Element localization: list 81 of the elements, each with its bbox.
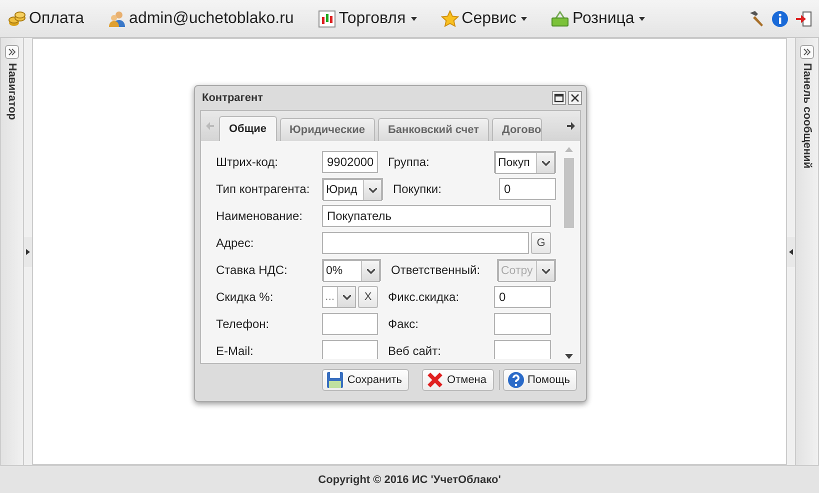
chart-icon [318,10,336,28]
basket-icon [551,10,570,28]
field-label: Штрих-код: [216,155,279,169]
field-button[interactable]: X [358,286,378,308]
cross-icon [426,371,444,389]
menu-item[interactable]: Сервис [440,10,528,28]
caret-icon [410,16,417,20]
coins-icon [8,10,26,28]
arrow-left-icon [205,121,215,131]
panel-title: Панель сообщений [801,63,813,169]
field-label: Телефон: [216,317,270,331]
chevron-down-icon [542,268,550,274]
menu-label: Торговля [338,10,406,28]
field-label: Покупки: [393,182,442,196]
field-label: Веб сайт: [388,344,442,358]
info-icon[interactable] [771,10,789,28]
menu-item[interactable]: Оплата [8,10,84,28]
dialog-button[interactable]: Отмена [422,369,494,391]
field-label: E-Mail: [216,344,254,358]
field-label: Скидка %: [216,290,274,304]
tab[interactable]: Общие [219,116,277,141]
combo-box[interactable]: ... [322,286,356,308]
caret-icon [639,16,646,20]
triangle-icon [26,248,30,254]
dialog-title: Контрагент [202,92,264,104]
field-label: Группа: [388,155,430,169]
star-icon [440,10,459,28]
maximize-button[interactable] [552,91,566,105]
input-field[interactable]: Покупатель [322,205,551,227]
tab[interactable]: Догово [492,118,542,141]
menu-label: Розница [572,10,634,28]
input-field[interactable] [322,232,529,254]
double-chevron-icon [803,48,811,56]
copyright-text: Copyright © 2016 ИС 'УчетОблако' [318,474,501,486]
scroll-thumb[interactable] [564,158,574,228]
chevron-down-icon [368,188,376,192]
expand-button[interactable] [5,45,19,59]
combo-box[interactable]: Юрид [323,179,382,201]
menu-label: Сервис [462,10,516,28]
input-field[interactable]: 9902000 [322,151,378,173]
tab[interactable]: Банковский счет [378,118,489,141]
menu-label: Оплата [29,10,84,28]
dialog-button[interactable]: Помощь [502,369,577,391]
users-icon [108,10,126,28]
triangle-icon [789,248,793,254]
field-label: Фикс.скидка: [388,290,460,304]
input-field[interactable] [494,313,551,335]
input-field[interactable] [322,340,378,359]
collapse-handle[interactable] [24,236,32,266]
expand-button[interactable] [800,45,814,59]
input-field[interactable]: 0 [494,286,551,308]
tab[interactable]: Юридические [280,118,375,141]
field-label: Тип контрагента: [216,182,311,196]
menu-item[interactable]: Розница [551,10,646,28]
chevron-down-icon [542,160,550,166]
help-icon [506,371,524,389]
panel-title: Навигатор [6,63,18,120]
field-button[interactable]: G [531,232,551,254]
collapse-handle[interactable] [787,236,795,266]
maximize-icon [554,93,564,103]
field-label: Ответственный: [391,263,482,277]
dialog-button[interactable]: Сохранить [322,369,410,391]
combo-box[interactable]: 0% [323,260,380,282]
close-button[interactable] [568,91,582,105]
field-label: Факс: [388,317,420,331]
field-label: Ставка НДС: [216,263,288,277]
exit-icon[interactable] [795,10,813,28]
caret-icon [521,16,528,20]
chevron-down-icon [342,294,350,300]
chevron-down-icon [366,268,374,274]
input-field[interactable] [322,313,378,335]
menu-item[interactable]: Торговля [318,10,417,28]
input-field[interactable] [494,340,551,359]
input-field[interactable]: 0 [499,178,556,200]
close-icon [570,93,580,103]
combo-box[interactable]: Покуп [495,152,555,174]
field-label: Наименование: [216,209,304,223]
double-chevron-icon [8,48,16,56]
scroll-down-icon[interactable] [565,354,573,359]
field-label: Адрес: [216,236,255,250]
arrow-right-icon [566,121,576,131]
